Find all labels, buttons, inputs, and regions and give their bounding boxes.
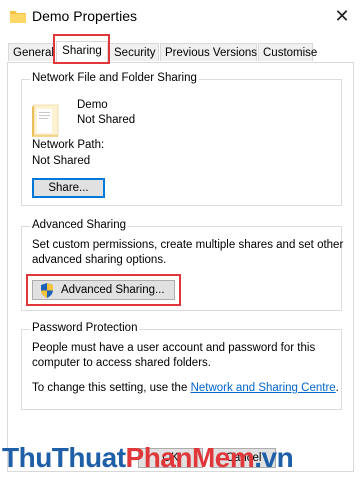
advanced-sharing-highlight xyxy=(26,274,181,306)
network-path-label: Network Path: xyxy=(32,139,105,151)
network-sharing-centre-link[interactable]: Network and Sharing Centre xyxy=(191,382,336,394)
folder-status: Not Shared xyxy=(77,114,136,126)
close-button[interactable]: ✕ xyxy=(332,6,352,26)
change-setting-prefix: To change this setting, use the xyxy=(32,382,188,394)
network-sharing-group: Network File and Folder Sharing Demo Not… xyxy=(21,72,342,206)
change-setting-suffix: . xyxy=(335,382,339,394)
advanced-sharing-title: Advanced Sharing xyxy=(30,219,128,231)
password-desc-1: People must have a user account and pass… xyxy=(32,342,316,354)
tab-general[interactable]: General xyxy=(8,43,55,61)
network-sharing-title: Network File and Folder Sharing xyxy=(30,72,199,84)
window-title: Demo Properties xyxy=(32,8,138,24)
tab-customise[interactable]: Customise xyxy=(258,43,317,61)
sharing-panel: Network File and Folder Sharing Demo Not… xyxy=(7,62,354,472)
folder-icon xyxy=(10,11,26,23)
share-button[interactable]: Share... xyxy=(32,178,105,198)
tab-previous-versions[interactable]: Previous Versions xyxy=(160,43,257,61)
advanced-sharing-desc-1: Set custom permissions, create multiple … xyxy=(32,239,344,251)
folder-icon xyxy=(32,104,59,137)
folder-name: Demo xyxy=(77,99,108,111)
network-path-value: Not Shared xyxy=(32,155,91,167)
sharing-tab-highlight xyxy=(53,34,110,64)
watermark-part-2: PhanMem xyxy=(125,442,255,473)
title-bar: Demo Properties ✕ xyxy=(0,0,363,34)
change-setting-text: To change this setting, use the Network … xyxy=(32,382,339,394)
password-protection-group: Password Protection People must have a u… xyxy=(21,322,342,410)
password-desc-2: computer to access shared folders. xyxy=(32,357,211,369)
watermark-part-1: ThuThuat xyxy=(2,442,126,473)
advanced-sharing-desc-2: advanced sharing options. xyxy=(32,254,167,266)
advanced-sharing-group: Advanced Sharing Set custom permissions,… xyxy=(21,219,344,311)
tab-security[interactable]: Security xyxy=(109,43,159,61)
password-protection-title: Password Protection xyxy=(30,322,140,334)
watermark: ThuThuatPhanMem.vn xyxy=(2,442,294,474)
watermark-part-3: .vn xyxy=(254,442,294,473)
